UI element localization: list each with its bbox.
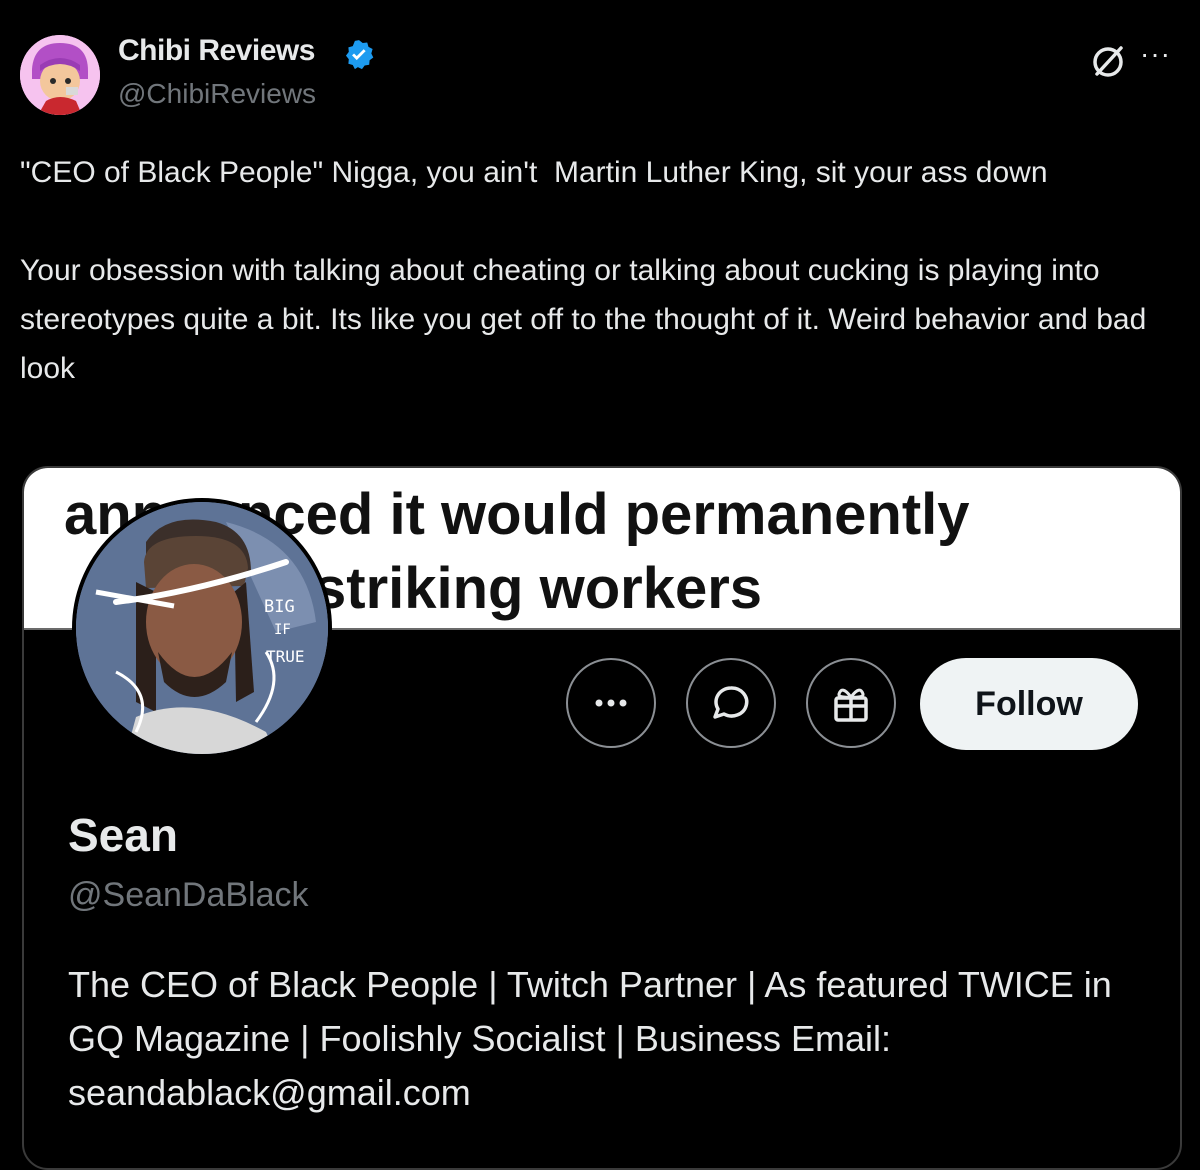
more-horizontal-icon — [595, 699, 627, 707]
more-options-button[interactable] — [566, 658, 656, 748]
author-name[interactable]: Chibi Reviews — [118, 34, 315, 68]
profile-portrait-icon: BIG IF TRUE — [76, 502, 328, 754]
message-bubble-icon — [713, 686, 749, 719]
tweet-header: Chibi Reviews @ChibiReviews ··· — [20, 32, 1180, 122]
profile-pic-text-1: BIG — [264, 597, 295, 617]
verified-badge-icon — [345, 40, 374, 70]
profile-bio: The CEO of Black People | Twitch Partner… — [68, 964, 1112, 1113]
media-card[interactable]: announced it would permanently striking … — [22, 466, 1182, 1170]
profile-avatar[interactable]: BIG IF TRUE — [72, 498, 332, 758]
more-icon[interactable]: ··· — [1140, 38, 1171, 70]
follow-button[interactable]: Follow — [920, 658, 1138, 750]
tweet-text: "CEO of Black People" Nigga, you ain't M… — [20, 156, 1147, 385]
profile-name: Sean — [68, 809, 178, 861]
profile-pic-text-2: IF — [274, 622, 291, 638]
grok-icon[interactable] — [1088, 42, 1128, 82]
author-handle[interactable]: @ChibiReviews — [118, 78, 316, 110]
author-avatar[interactable] — [20, 35, 100, 115]
message-button[interactable] — [686, 658, 776, 748]
gift-button[interactable] — [806, 658, 896, 748]
profile-pic-text-3: TRUE — [266, 647, 305, 666]
profile-handle: @SeanDaBlack — [68, 876, 309, 914]
chibi-avatar-icon — [20, 35, 100, 115]
gift-icon — [834, 688, 868, 722]
